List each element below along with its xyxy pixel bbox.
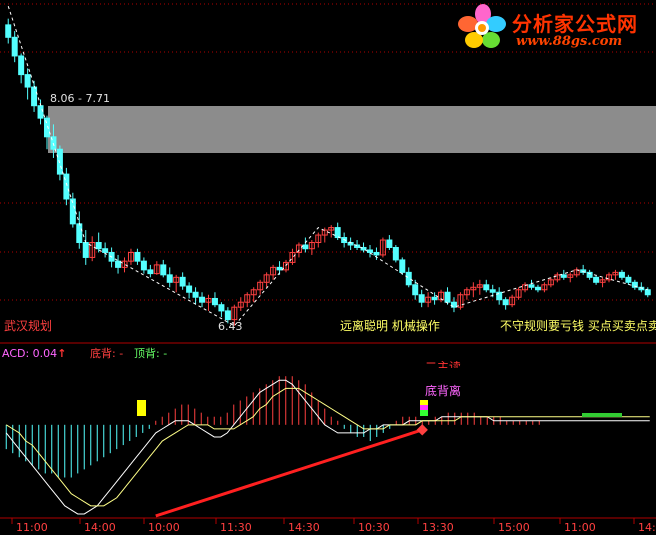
time-tick-label: 11:00 bbox=[564, 521, 596, 534]
candle-body bbox=[134, 251, 141, 262]
low-price-label: 6.43 bbox=[218, 320, 243, 333]
stock-name-label: 武汉规划 bbox=[4, 319, 53, 333]
candle-body bbox=[399, 259, 406, 273]
divergence-signal-label: 底背离 bbox=[425, 384, 462, 398]
candle-body bbox=[218, 304, 225, 312]
price-range-band bbox=[48, 106, 656, 153]
time-tick-label: 13:30 bbox=[422, 521, 454, 534]
logo-url: www.88gs.com bbox=[516, 34, 623, 49]
candle-body bbox=[496, 291, 503, 301]
candle-body bbox=[95, 242, 102, 250]
chart-window: { "logo": {"title": "分析家公式网", "url": "ww… bbox=[0, 0, 656, 535]
bottom-divergence-label: 底背: - bbox=[90, 347, 124, 360]
candle-body bbox=[56, 148, 63, 175]
candle-body bbox=[186, 285, 193, 293]
candle-body bbox=[444, 291, 451, 303]
high-price-label: 8.06 - 7.71 bbox=[50, 92, 110, 105]
time-tick-label: 11:00 bbox=[16, 521, 48, 534]
candle-body bbox=[37, 105, 44, 119]
acd-value: ACD: 0.04 bbox=[2, 347, 58, 360]
candle-body bbox=[502, 299, 509, 306]
candle-body bbox=[18, 55, 25, 76]
candle-body bbox=[24, 74, 31, 88]
candle-body bbox=[31, 86, 38, 107]
candle-body bbox=[76, 223, 83, 244]
candle-body bbox=[140, 260, 147, 271]
flower-logo-icon bbox=[458, 4, 506, 48]
candle-body bbox=[644, 289, 651, 296]
chart-canvas bbox=[0, 3, 656, 524]
candle-body bbox=[392, 246, 399, 261]
candle-body bbox=[82, 242, 89, 258]
logo: 分析家公式网 www.88gs.com bbox=[456, 2, 656, 54]
candle-body bbox=[373, 251, 380, 256]
up-arrow-icon: ↑ bbox=[57, 347, 67, 360]
time-tick-label: 15:00 bbox=[498, 521, 530, 534]
dif-line bbox=[5, 379, 650, 515]
candle-body bbox=[179, 276, 186, 287]
candle-body bbox=[160, 264, 167, 276]
signal-block-yellow bbox=[420, 400, 428, 405]
candle-body bbox=[386, 239, 393, 248]
yellow-signal-block bbox=[137, 400, 146, 416]
candle-body bbox=[534, 286, 541, 291]
candle-body bbox=[192, 291, 199, 298]
candle-body bbox=[199, 296, 206, 303]
top-divergence-label: 顶背: - bbox=[134, 347, 168, 360]
candle-body bbox=[224, 310, 231, 321]
green-histogram-segment bbox=[582, 413, 622, 417]
caption-discipline: 远离聪明 机械操作 bbox=[340, 319, 440, 333]
candle-body bbox=[302, 244, 309, 250]
candle-body bbox=[593, 276, 600, 283]
candle-body bbox=[334, 227, 341, 239]
candle-body bbox=[489, 289, 496, 293]
candle-body bbox=[147, 269, 154, 275]
candle-body bbox=[43, 117, 50, 138]
time-tick-label: 10:00 bbox=[148, 521, 180, 534]
candle-body bbox=[412, 284, 419, 296]
time-tick-label: 14:00 bbox=[638, 521, 656, 534]
candle-body bbox=[560, 274, 567, 278]
time-tick-label: 14:00 bbox=[84, 521, 116, 534]
candle-body bbox=[115, 260, 122, 268]
zigzag-line bbox=[7, 6, 648, 327]
clipped-signal-label: 二主读 bbox=[425, 361, 462, 368]
bottom-divergence-line bbox=[155, 428, 423, 518]
candle-body bbox=[483, 284, 490, 291]
candle-body bbox=[5, 24, 12, 38]
dea-line bbox=[5, 387, 650, 507]
candle-body bbox=[625, 276, 632, 283]
divergence-marker-icon bbox=[416, 424, 428, 436]
candle-body bbox=[11, 36, 18, 57]
candle-body bbox=[276, 266, 283, 271]
logo-title: 分析家公式网 bbox=[512, 12, 638, 36]
candle-body bbox=[618, 271, 625, 278]
candle-body bbox=[166, 274, 173, 283]
candle-body bbox=[102, 248, 109, 253]
candle-body bbox=[418, 294, 425, 303]
signal-block-magenta bbox=[420, 405, 428, 410]
time-tick-label: 10:30 bbox=[358, 521, 390, 534]
candle-body bbox=[405, 271, 412, 286]
signal-block-green bbox=[420, 410, 428, 416]
candle-body bbox=[431, 296, 438, 301]
caption-rules: 不守规则要亏钱 买点买卖点卖 bbox=[500, 319, 656, 333]
candle-body bbox=[211, 297, 218, 306]
candle-body bbox=[528, 284, 535, 288]
candle-body bbox=[366, 249, 373, 253]
acd-label: ACD: 0.04↑ bbox=[2, 347, 66, 360]
time-tick-label: 14:30 bbox=[288, 521, 320, 534]
time-tick-label: 11:30 bbox=[220, 521, 252, 534]
